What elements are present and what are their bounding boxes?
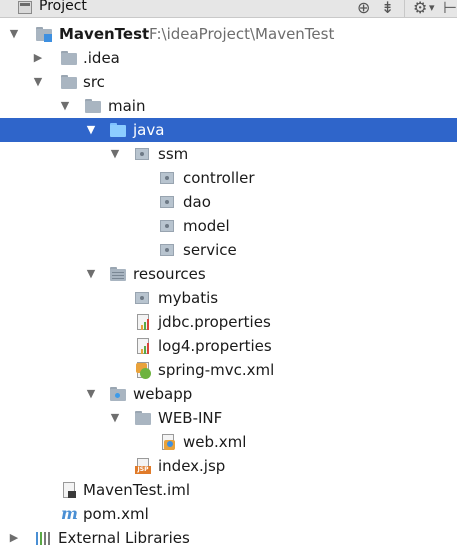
package-icon xyxy=(160,196,174,208)
tree-item-label: model xyxy=(183,217,230,235)
tree-row-web-xml[interactable]: web.xml xyxy=(0,430,457,454)
folder-icon xyxy=(61,50,77,66)
tree-item-label: WEB-INF xyxy=(158,409,223,427)
expand-arrow-icon[interactable]: ▼ xyxy=(84,118,98,142)
expand-arrow-icon[interactable]: ▼ xyxy=(84,262,98,286)
tree-item-label: MavenTest.iml xyxy=(83,481,190,499)
tree-item-label: resources xyxy=(133,265,206,283)
jsp-file-icon: JSP xyxy=(135,458,151,474)
package-icon xyxy=(135,148,149,160)
module-folder-icon xyxy=(36,26,52,42)
tree-item-label: main xyxy=(108,97,146,115)
tree-row-external-libraries[interactable]: ▶ External Libraries xyxy=(0,526,457,550)
settings-dropdown-arrow-icon[interactable]: ▾ xyxy=(429,0,435,17)
tree-row-webapp[interactable]: ▼ webapp xyxy=(0,382,457,406)
collapse-arrow-icon[interactable]: ▶ xyxy=(7,526,21,550)
tree-row-resources[interactable]: ▼ resources xyxy=(0,262,457,286)
tree-item-label: java xyxy=(133,121,165,139)
tree-row-controller[interactable]: controller xyxy=(0,166,457,190)
tree-item-label: log4.properties xyxy=(158,337,272,355)
tree-item-label: pom.xml xyxy=(83,505,149,523)
tree-row-mybatis[interactable]: mybatis xyxy=(0,286,457,310)
tree-row-service[interactable]: service xyxy=(0,238,457,262)
expand-arrow-icon[interactable]: ▼ xyxy=(7,22,21,46)
project-toolbar: Project ⊕ ⇟ ⚙ ▾ ⊢ xyxy=(0,0,457,18)
tree-item-label: webapp xyxy=(133,385,193,403)
spring-xml-file-icon xyxy=(135,362,151,379)
tree-item-label: jdbc.properties xyxy=(158,313,271,331)
tree-row-idea[interactable]: ▶ .idea xyxy=(0,46,457,70)
tree-item-label: External Libraries xyxy=(58,529,190,547)
expand-arrow-icon[interactable]: ▼ xyxy=(58,94,72,118)
tree-item-label: mybatis xyxy=(158,289,219,307)
package-icon xyxy=(160,172,174,184)
iml-file-icon xyxy=(61,482,77,498)
tree-row-main[interactable]: ▼ main xyxy=(0,94,457,118)
project-name: MavenTest xyxy=(59,25,150,43)
tree-item-label: web.xml xyxy=(183,433,247,451)
collapse-arrow-icon[interactable]: ▶ xyxy=(31,46,45,70)
expand-arrow-icon[interactable]: ▼ xyxy=(84,382,98,406)
properties-file-icon xyxy=(135,338,151,354)
maven-m-glyph: m xyxy=(61,504,78,523)
tree-row-src[interactable]: ▼ src xyxy=(0,70,457,94)
expand-arrow-icon[interactable]: ▼ xyxy=(108,142,122,166)
properties-file-icon xyxy=(135,314,151,330)
tree-item-label: dao xyxy=(183,193,211,211)
tree-row-web-inf[interactable]: ▼ WEB-INF xyxy=(0,406,457,430)
tree-row-java[interactable]: ▼ java xyxy=(0,118,457,142)
hide-panel-icon[interactable]: ⊢ xyxy=(443,0,457,17)
tree-row-log4-properties[interactable]: log4.properties xyxy=(0,334,457,358)
web-folder-icon xyxy=(110,386,126,402)
tree-item-label: src xyxy=(83,73,105,91)
tree-row-pom-xml[interactable]: m pom.xml xyxy=(0,502,457,526)
toolbar-divider xyxy=(404,0,405,17)
folder-icon xyxy=(61,74,77,90)
tree-item-label: controller xyxy=(183,169,255,187)
tree-row-jdbc-properties[interactable]: jdbc.properties xyxy=(0,310,457,334)
resources-folder-icon xyxy=(110,266,126,282)
project-view-icon xyxy=(18,1,32,14)
tree-item-label: index.jsp xyxy=(158,457,226,475)
maven-pom-icon: m xyxy=(61,504,78,523)
tree-item-label: spring-mvc.xml xyxy=(158,361,275,379)
tree-item-label: .idea xyxy=(83,49,120,67)
tree-row-maventest-iml[interactable]: MavenTest.iml xyxy=(0,478,457,502)
expand-arrow-icon[interactable]: ▼ xyxy=(31,70,45,94)
tree-item-label: ssm xyxy=(158,145,189,163)
settings-gear-icon[interactable]: ⚙ xyxy=(413,0,427,17)
tree-row-spring-mvc-xml[interactable]: spring-mvc.xml xyxy=(0,358,457,382)
package-icon xyxy=(160,244,174,256)
folder-icon xyxy=(135,410,151,426)
tree-row-model[interactable]: model xyxy=(0,214,457,238)
tree-item-label: service xyxy=(183,241,237,259)
package-icon xyxy=(135,292,149,304)
project-path: F:\ideaProject\MavenTest xyxy=(149,25,335,43)
collapse-all-icon[interactable]: ⇟ xyxy=(381,0,394,17)
source-folder-icon xyxy=(110,122,126,138)
tree-row-index-jsp[interactable]: JSP index.jsp xyxy=(0,454,457,478)
folder-icon xyxy=(85,98,101,114)
tree-row-ssm[interactable]: ▼ ssm xyxy=(0,142,457,166)
tree-row-project-root[interactable]: ▼ MavenTest F:\ideaProject\MavenTest xyxy=(0,22,457,46)
locate-file-icon[interactable]: ⊕ xyxy=(357,0,370,17)
package-icon xyxy=(160,220,174,232)
libraries-icon xyxy=(36,530,52,546)
expand-arrow-icon[interactable]: ▼ xyxy=(108,406,122,430)
web-xml-file-icon xyxy=(160,434,176,450)
tree-row-dao[interactable]: dao xyxy=(0,190,457,214)
project-view-title[interactable]: Project xyxy=(39,0,87,14)
jsp-badge: JSP xyxy=(135,466,151,474)
